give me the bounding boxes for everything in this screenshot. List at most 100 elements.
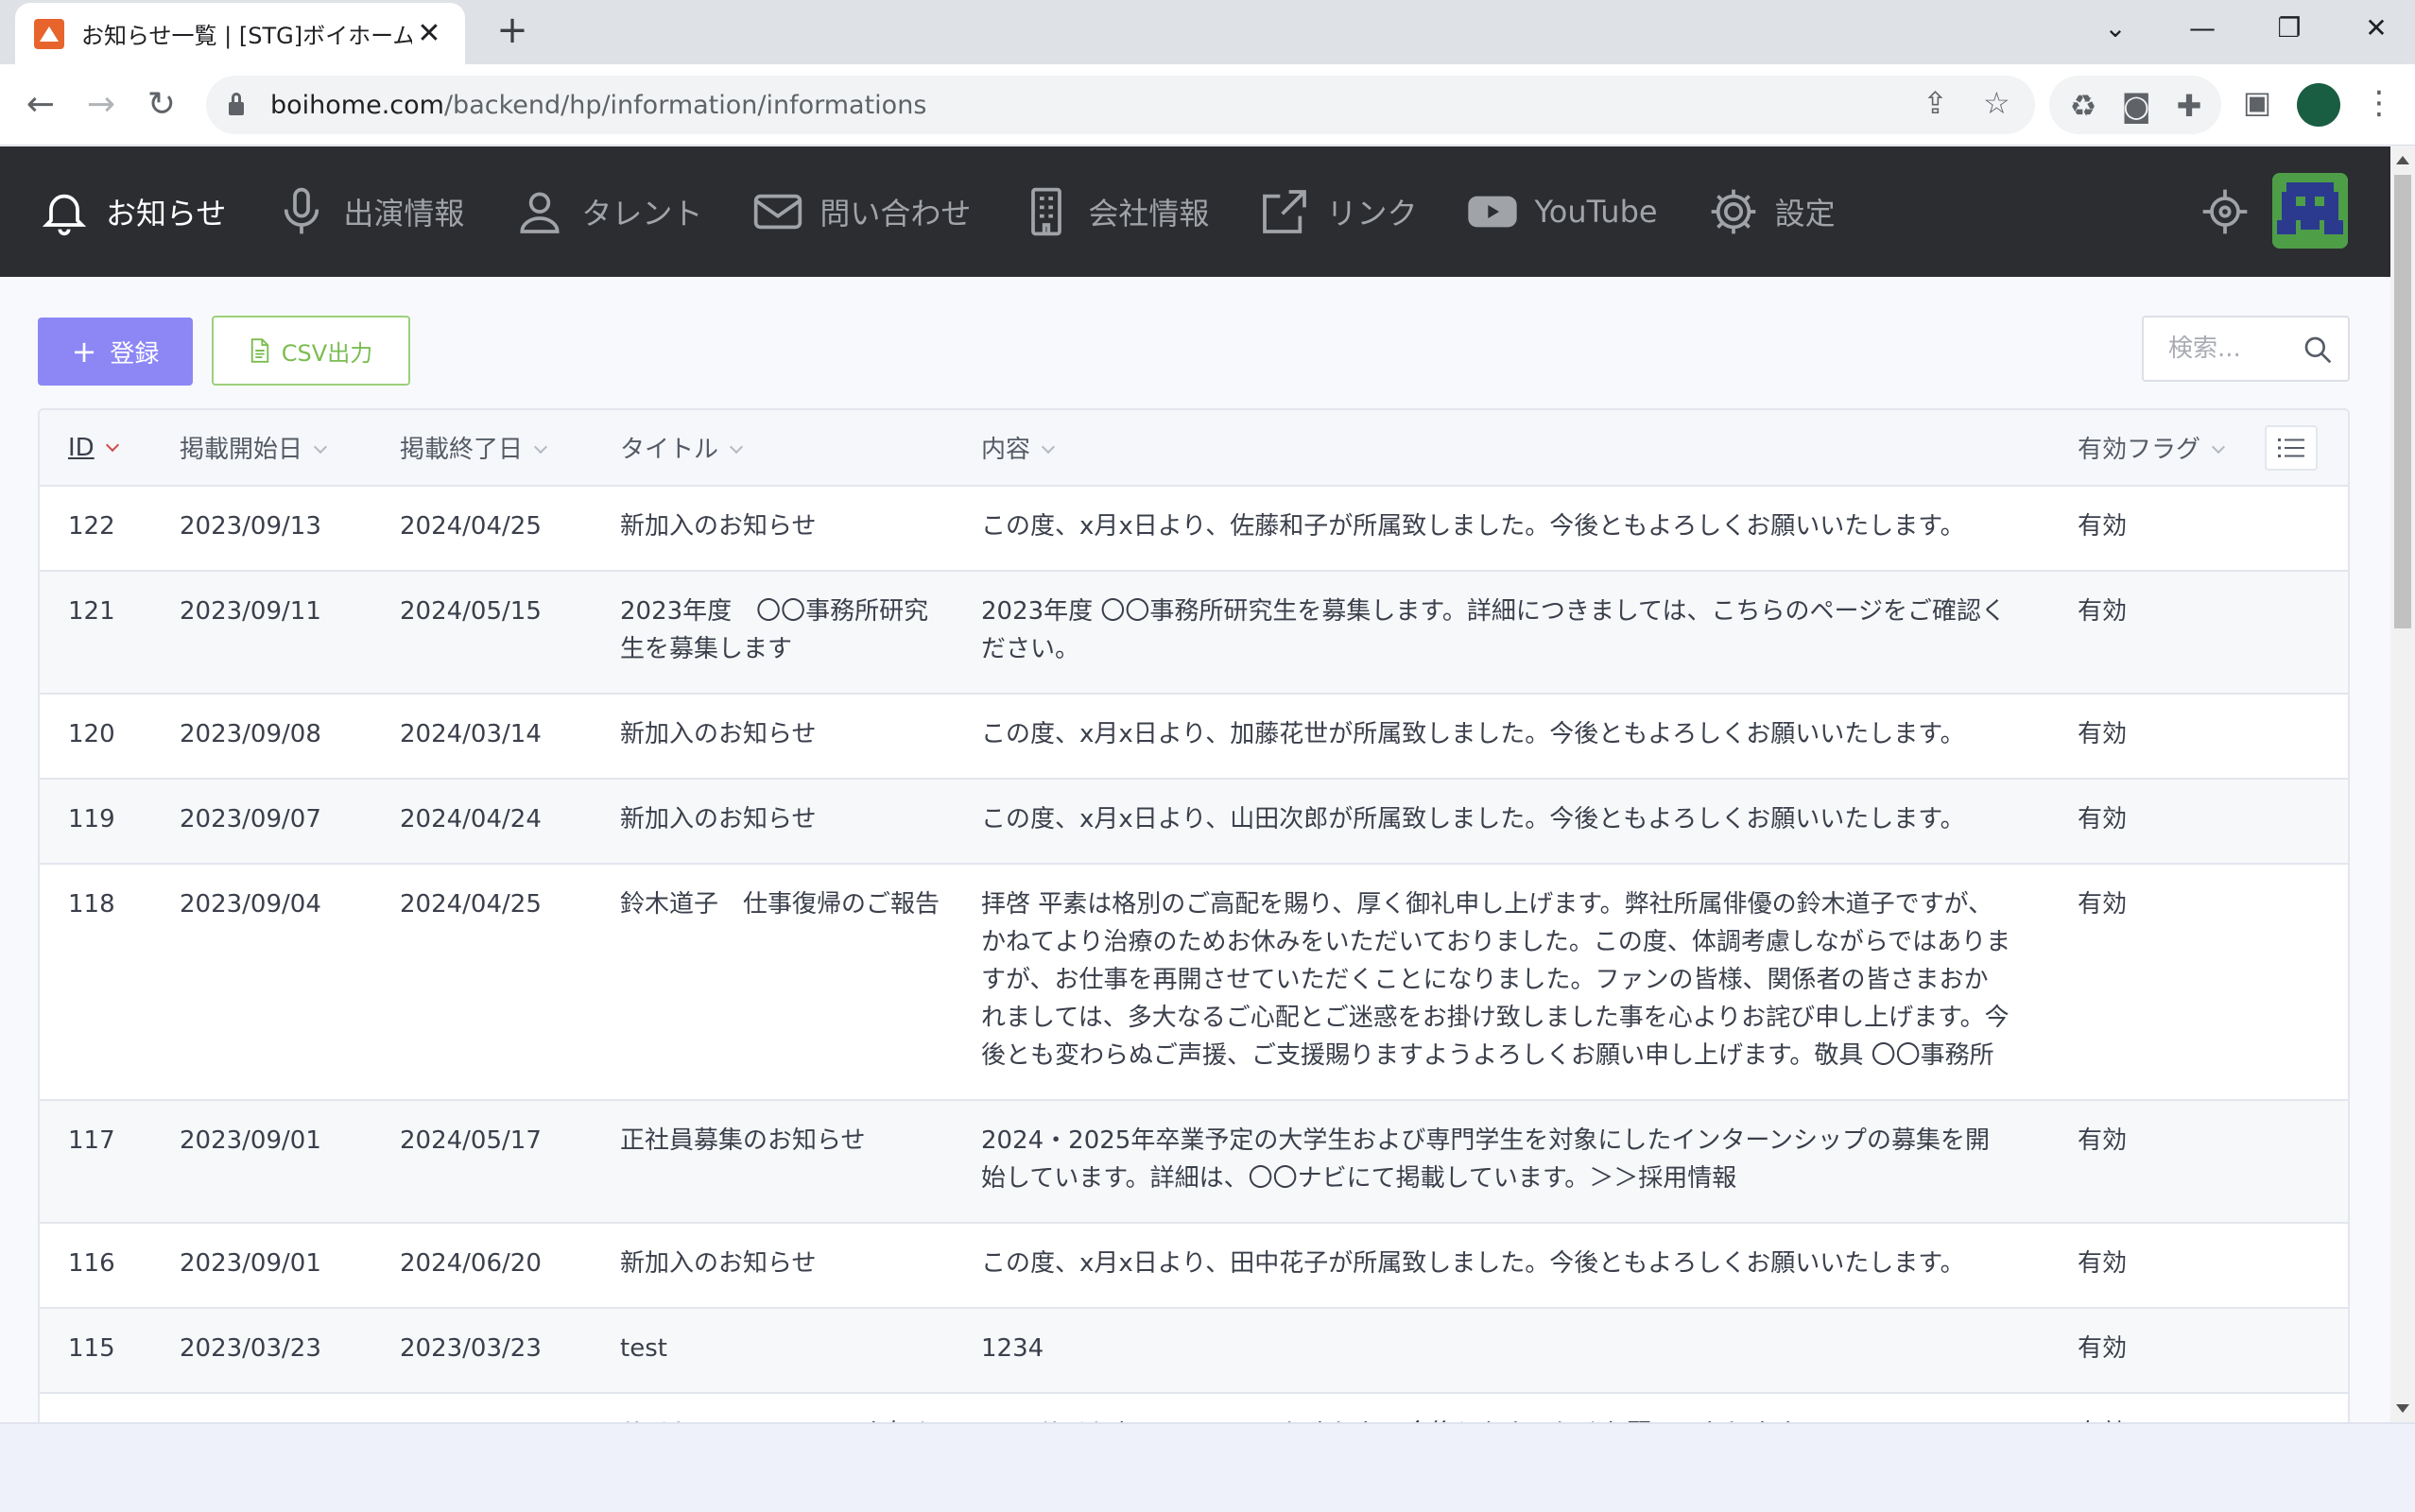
search-input[interactable] <box>2144 318 2286 380</box>
nav-item-talent[interactable]: タレント <box>513 185 702 238</box>
recycle-extension-icon[interactable]: ♻ <box>2064 87 2102 125</box>
cell-active-flag: 有効 <box>2049 1223 2248 1309</box>
scroll-down-icon[interactable] <box>2396 1404 2409 1413</box>
cell-end-date: 2024/06/20 <box>371 1223 592 1309</box>
cell-start-date: 2023/09/07 <box>151 779 371 865</box>
scroll-up-icon[interactable] <box>2396 156 2409 164</box>
table-row[interactable]: 116 2023/09/01 2024/06/20 新加入のお知らせ この度、x月x日よ… <box>40 1223 2348 1309</box>
nav-item-links[interactable]: リンク <box>1258 185 1417 238</box>
table-row[interactable]: 115 2023/03/23 2023/03/23 test 1234 有効 <box>40 1308 2348 1394</box>
register-button[interactable]: + 登録 <box>38 318 193 386</box>
table-row[interactable]: 1102022/01/012024/05/09サイトリニューアルのお知らせWEB… <box>40 1393 2348 1422</box>
tab-close-icon[interactable]: ✕ <box>412 17 446 50</box>
cell-content: WEBサイトをリニューアルしました。今後ともよろしくお願いいたします。 <box>953 1393 2049 1422</box>
table-row[interactable]: 120 2023/09/08 2024/03/14 新加入のお知らせ この度、x月x日よ… <box>40 694 2348 780</box>
cell-start-date: 2023/09/01 <box>151 1100 371 1224</box>
cell-title: 新加入のお知らせ <box>592 779 953 865</box>
main-content: + 登録 CSV出力 ID 掲載開始日 掲載終了日 タイトル 内容 有効フラグ <box>0 277 2390 1422</box>
new-tab-icon[interactable]: + <box>492 9 533 51</box>
side-panel-icon[interactable]: ▣ <box>2238 83 2276 121</box>
minimize-icon[interactable]: — <box>2174 8 2231 49</box>
nav-label: リンク <box>1326 196 1418 232</box>
column-header-end-date[interactable]: 掲載終了日 <box>371 410 592 487</box>
puzzle-extensions-icon[interactable]: ✚ <box>2170 87 2208 125</box>
mail-icon <box>754 194 802 230</box>
cell-end-date: 2024/04/25 <box>371 864 592 1101</box>
information-table: ID 掲載開始日 掲載終了日 タイトル 内容 有効フラグ 122 2023/09/… <box>38 408 2350 1422</box>
nav-item-company[interactable]: 会社情報 <box>1020 185 1209 238</box>
column-settings-cell <box>2248 410 2348 487</box>
cell-active-flag: 有効 <box>2049 1100 2248 1224</box>
address-bar[interactable]: boihome.com/backend/hp/information/infor… <box>206 76 2035 134</box>
restore-icon[interactable]: ❐ <box>2261 8 2318 49</box>
column-header-active-flag[interactable]: 有効フラグ <box>2049 410 2248 487</box>
cell-id: 119 <box>40 779 151 865</box>
column-header-title[interactable]: タイトル <box>592 410 953 487</box>
lock-icon <box>229 93 244 115</box>
cell-end-date: 2024/04/24 <box>371 779 592 865</box>
user-icon <box>520 192 560 233</box>
nav-label: YouTube <box>1534 194 1658 230</box>
cell-actions <box>2248 571 2348 695</box>
csv-export-button[interactable]: CSV出力 <box>212 316 410 386</box>
column-header-id[interactable]: ID <box>40 410 151 487</box>
cell-content: この度、x月x日より、田中花子が所属致しました。今後ともよろしくお願いいたします… <box>953 1223 2049 1309</box>
window-close-icon[interactable]: ✕ <box>2348 8 2405 49</box>
nav-item-youtube[interactable]: YouTube <box>1466 185 1658 238</box>
nav-item-inquiries[interactable]: 問い合わせ <box>751 185 971 238</box>
table-row[interactable]: 117 2023/09/01 2024/05/17 正社員募集のお知らせ 2024・20… <box>40 1100 2348 1224</box>
plus-icon: + <box>71 334 97 369</box>
table-row[interactable]: 121 2023/09/11 2024/05/15 2023年度 〇〇事務所研究生を募… <box>40 571 2348 695</box>
reload-icon[interactable]: ↻ <box>138 81 185 129</box>
nav-item-settings[interactable]: 設定 <box>1707 185 1836 238</box>
table-row[interactable]: 119 2023/09/07 2024/04/24 新加入のお知らせ この度、x月x日よ… <box>40 779 2348 865</box>
cell-start-date: 2023/09/08 <box>151 694 371 780</box>
nav-label: 出演情報 <box>343 196 465 232</box>
bookmark-star-icon[interactable]: ☆ <box>1983 85 2010 121</box>
cell-active-flag: 有効 <box>2049 864 2248 1101</box>
cell-start-date: 2023/03/23 <box>151 1308 371 1394</box>
sort-caret-icon <box>533 439 548 455</box>
avatar-pixel-icon <box>2272 173 2348 249</box>
tab-search-icon[interactable]: ⌄ <box>2087 8 2144 49</box>
cell-content: 2023年度 〇〇事務所研究生を募集します。詳細につきましては、こちらのページを… <box>953 571 2049 695</box>
back-icon[interactable]: ← <box>17 81 64 129</box>
nav-item-appearances[interactable]: 出演情報 <box>275 185 464 238</box>
column-header-start-date[interactable]: 掲載開始日 <box>151 410 371 487</box>
cell-end-date: 2024/05/17 <box>371 1100 592 1224</box>
profile-avatar[interactable] <box>2297 83 2340 127</box>
cell-id: 122 <box>40 486 151 572</box>
sort-caret-icon <box>313 439 328 455</box>
cell-active-flag: 有効 <box>2049 1393 2248 1422</box>
crosshair-icon[interactable] <box>2199 185 2251 238</box>
cell-title: 新加入のお知らせ <box>592 694 953 780</box>
scroll-thumb[interactable] <box>2394 175 2411 628</box>
browser-tab[interactable]: お知らせ一覧 | [STG]ボイホーム ✕ <box>15 3 465 64</box>
share-icon[interactable]: ⇪ <box>1923 85 1948 121</box>
nav-item-news[interactable]: お知らせ <box>38 185 226 238</box>
cell-actions <box>2248 864 2348 1101</box>
column-header-content[interactable]: 内容 <box>953 410 2049 487</box>
table-row[interactable]: 118 2023/09/04 2024/04/25 鈴木道子 仕事復帰のご報告 拝啓 平… <box>40 864 2348 1101</box>
user-avatar[interactable] <box>2272 173 2348 249</box>
cell-title: 2023年度 〇〇事務所研究生を募集します <box>592 571 953 695</box>
camera-extension-icon[interactable]: ◙ <box>2117 87 2155 125</box>
register-label: 登録 <box>110 339 160 369</box>
table-row[interactable]: 122 2023/09/13 2024/04/25 新加入のお知らせ この度、x月x日よ… <box>40 486 2348 572</box>
cell-title: test <box>592 1308 953 1394</box>
column-toggle-button[interactable] <box>2265 424 2318 471</box>
browser-menu-icon[interactable]: ⋮ <box>2363 79 2395 127</box>
cell-active-flag: 有効 <box>2049 486 2248 572</box>
csv-label: CSV出力 <box>281 339 373 367</box>
microphone-icon <box>285 187 319 234</box>
cell-active-flag: 有効 <box>2049 694 2248 780</box>
cell-id: 121 <box>40 571 151 695</box>
cell-active-flag: 有効 <box>2049 779 2248 865</box>
forward-icon[interactable]: → <box>78 81 125 129</box>
cell-content: 1234 <box>953 1308 2049 1394</box>
page-scrollbar[interactable] <box>2390 146 2415 1422</box>
cell-title: 新加入のお知らせ <box>592 1223 953 1309</box>
cell-content: 2024・2025年卒業予定の大学生および専門学生を対象にしたインターンシップの… <box>953 1100 2049 1224</box>
search-icon[interactable] <box>2303 335 2333 365</box>
file-icon <box>250 338 268 363</box>
